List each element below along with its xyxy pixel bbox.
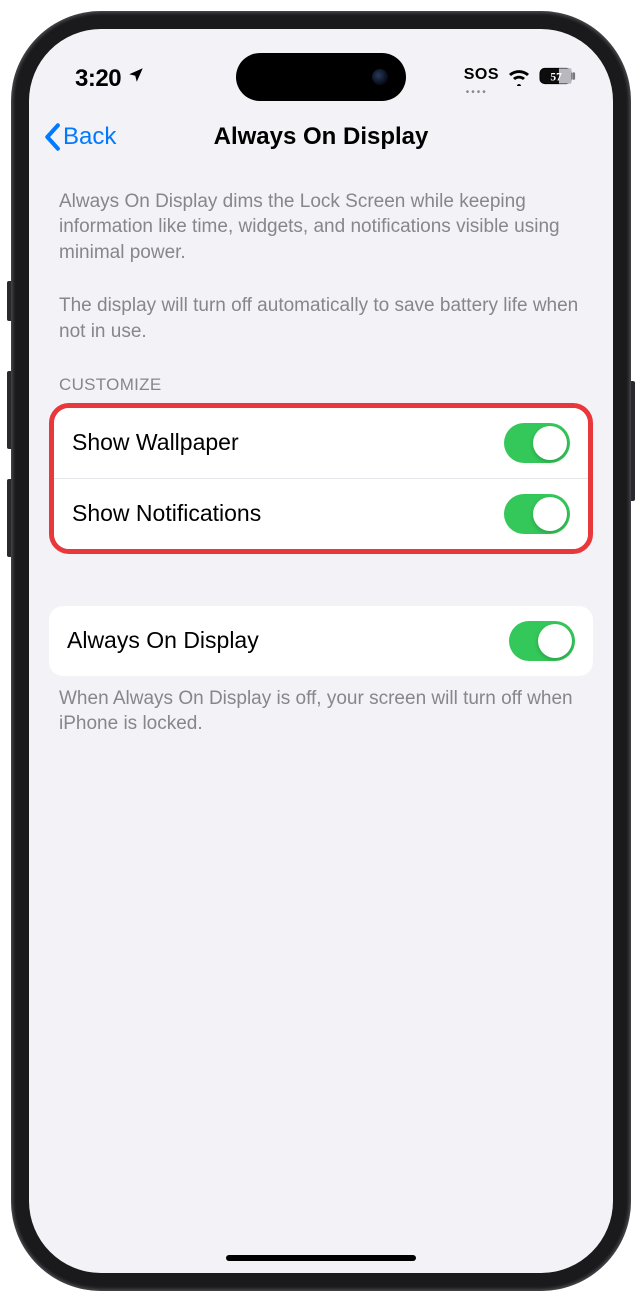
show-notifications-label: Show Notifications xyxy=(72,500,261,527)
camera-lens xyxy=(372,69,388,85)
highlighted-customize-group: Show Wallpaper Show Notifications xyxy=(49,403,593,554)
chevron-left-icon xyxy=(43,123,61,151)
customize-header: CUSTOMIZE xyxy=(49,345,593,403)
always-on-display-label: Always On Display xyxy=(67,627,259,654)
home-indicator[interactable] xyxy=(226,1255,416,1261)
row-always-on-display: Always On Display xyxy=(49,606,593,676)
dynamic-island xyxy=(236,53,406,101)
phone-side-buttons-left xyxy=(7,281,11,587)
back-button[interactable]: Back xyxy=(43,123,116,151)
status-time: 3:20 xyxy=(75,65,121,93)
footer-text: When Always On Display is off, your scre… xyxy=(49,676,593,737)
battery-icon: 57 xyxy=(539,67,577,90)
row-show-wallpaper: Show Wallpaper xyxy=(54,408,588,478)
location-icon xyxy=(127,66,145,89)
phone-side-button-right xyxy=(631,381,635,501)
row-show-notifications: Show Notifications xyxy=(54,478,588,549)
nav-bar: Back Always On Display xyxy=(29,109,613,165)
always-on-display-toggle[interactable] xyxy=(509,621,575,661)
show-wallpaper-label: Show Wallpaper xyxy=(72,429,239,456)
description-text: Always On Display dims the Lock Screen w… xyxy=(49,165,593,345)
sos-indicator: SOS •••• xyxy=(464,70,499,88)
show-wallpaper-toggle[interactable] xyxy=(504,423,570,463)
svg-text:57: 57 xyxy=(550,71,562,83)
show-notifications-toggle[interactable] xyxy=(504,494,570,534)
phone-frame: 3:20 SOS •••• xyxy=(11,11,631,1291)
screen: 3:20 SOS •••• xyxy=(29,29,613,1273)
wifi-icon xyxy=(507,66,531,91)
page-title: Always On Display xyxy=(214,123,429,151)
back-label: Back xyxy=(63,123,116,151)
always-on-group: Always On Display xyxy=(49,606,593,676)
